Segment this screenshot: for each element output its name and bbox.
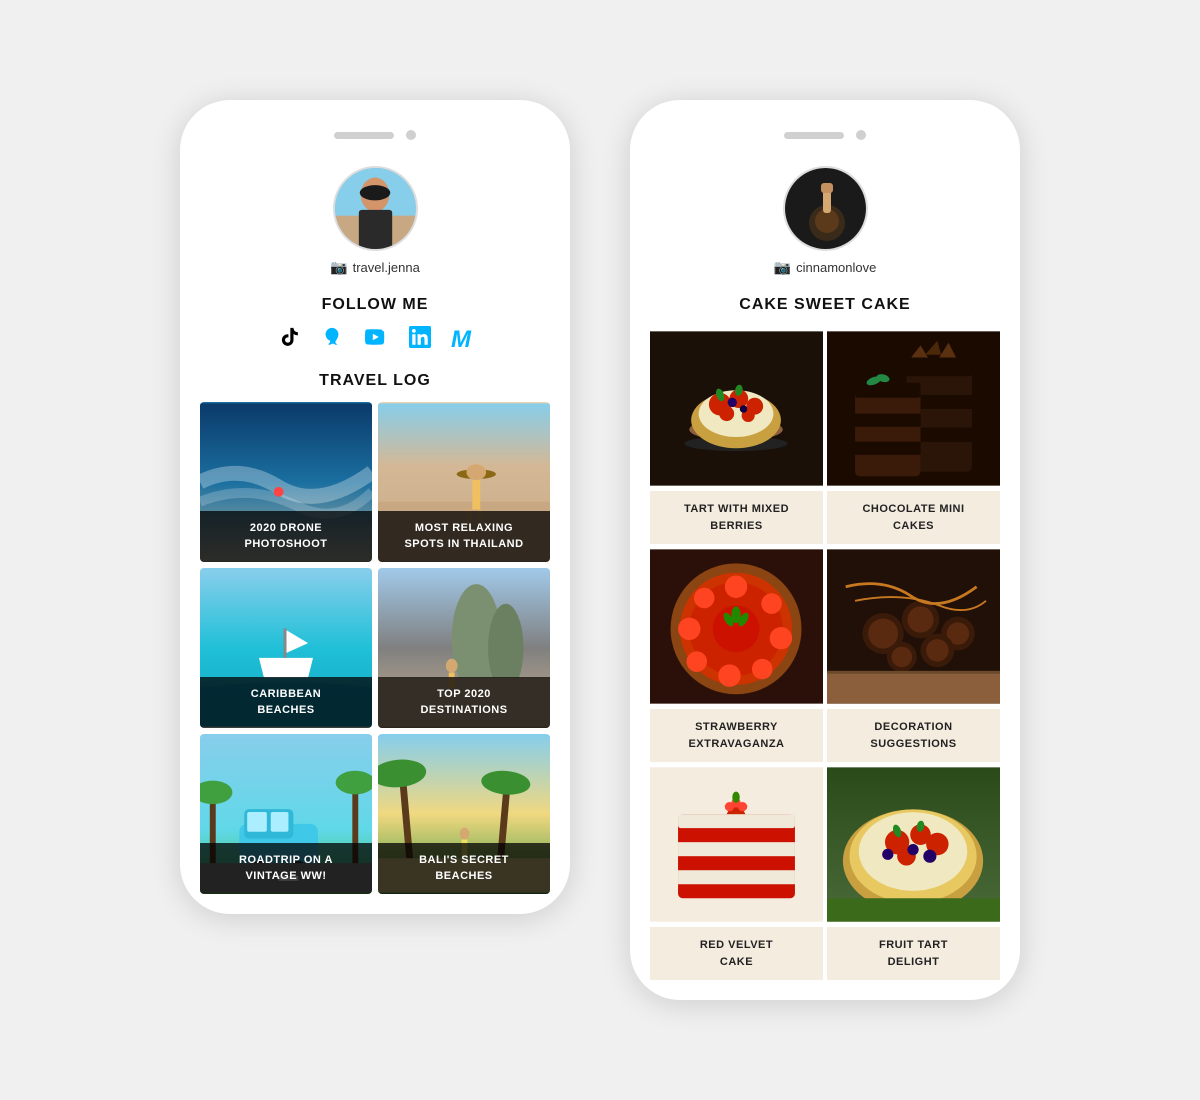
profile-section-travel: 📷 travel.jenna (200, 166, 550, 276)
food-grid: TART WITH MIXEDBERRIES (650, 326, 1000, 980)
username-food: cinnamonlove (796, 260, 876, 275)
phone-top-bar-1 (180, 120, 570, 156)
food-item-red-velvet[interactable] (650, 762, 823, 927)
travel-log-label: TRAVEL LOG (200, 372, 550, 390)
medium-icon[interactable]: M (451, 326, 471, 354)
food-label-choco: CHOCOLATE MINICAKES (827, 491, 1000, 544)
instagram-icon-1: 📷 (330, 259, 347, 276)
phone-speaker-1 (334, 132, 394, 139)
phone-food: 📷 cinnamonlove CAKE SWEET CAKE (630, 100, 1020, 1000)
username-travel: travel.jenna (353, 260, 420, 275)
grid-item-caribbean[interactable]: CARIBBEANBEACHES (200, 568, 372, 728)
phone-speaker-2 (784, 132, 844, 139)
grid-item-roadtrip[interactable]: ROADTRIP ON AVINTAGE WW! (200, 734, 372, 894)
travel-grid: 2020 DRONEPHOTOSHOOT (200, 402, 550, 894)
blog-title: CAKE SWEET CAKE (650, 296, 1000, 314)
grid-label-roadtrip: ROADTRIP ON AVINTAGE WW! (200, 843, 372, 894)
grid-label-drone: 2020 DRONEPHOTOSHOOT (200, 511, 372, 562)
avatar-food (783, 166, 868, 251)
phone-travel: 📷 travel.jenna FOLLOW ME M (180, 100, 570, 914)
food-col-2: CHOCOLATE MINICAKES (827, 326, 1000, 980)
food-item-strawberry[interactable] (650, 544, 823, 709)
avatar-travel (333, 166, 418, 251)
food-label-strawberry: STRAWBERRYEXTRAVAGANZA (650, 709, 823, 762)
instagram-icon-2: 📷 (774, 259, 791, 276)
grid-item-destinations[interactable]: TOP 2020DESTINATIONS (378, 568, 550, 728)
tiktok-icon[interactable] (279, 326, 301, 354)
grid-label-caribbean: CARIBBEANBEACHES (200, 677, 372, 728)
username-row-travel: 📷 travel.jenna (330, 259, 420, 276)
profile-section-food: 📷 cinnamonlove (650, 166, 1000, 276)
food-col-1: TART WITH MIXEDBERRIES (650, 326, 823, 980)
food-item-decoration[interactable] (827, 544, 1000, 709)
grid-label-bali: BALI'S SECRETBEACHES (378, 843, 550, 894)
phone2-content: 📷 cinnamonlove CAKE SWEET CAKE (630, 156, 1020, 1000)
phone-camera-1 (406, 130, 416, 140)
social-icons-row: M (200, 326, 550, 354)
follow-me-label: FOLLOW ME (200, 296, 550, 314)
phones-container: 📷 travel.jenna FOLLOW ME M (180, 100, 1020, 1000)
grid-label-destinations: TOP 2020DESTINATIONS (378, 677, 550, 728)
food-item-choco[interactable] (827, 326, 1000, 491)
food-label-red-velvet: RED VELVETCAKE (650, 927, 823, 980)
food-item-tart[interactable] (650, 326, 823, 491)
username-row-food: 📷 cinnamonlove (774, 259, 877, 276)
grid-item-bali[interactable]: BALI'S SECRETBEACHES (378, 734, 550, 894)
phone-camera-2 (856, 130, 866, 140)
youtube-icon[interactable] (363, 326, 389, 354)
linkedin-icon[interactable] (409, 326, 431, 354)
grid-item-drone[interactable]: 2020 DRONEPHOTOSHOOT (200, 402, 372, 562)
food-label-fruit-tart: FRUIT TARTDELIGHT (827, 927, 1000, 980)
snapchat-icon[interactable] (321, 326, 343, 354)
phone1-content: 📷 travel.jenna FOLLOW ME M (180, 156, 570, 914)
food-label-decoration: DECORATIONSUGGESTIONS (827, 709, 1000, 762)
grid-item-thailand[interactable]: MOST RELAXINGSPOTS IN THAILAND (378, 402, 550, 562)
food-label-tart: TART WITH MIXEDBERRIES (650, 491, 823, 544)
food-item-fruit-tart[interactable] (827, 762, 1000, 927)
phone-top-bar-2 (630, 120, 1020, 156)
grid-label-thailand: MOST RELAXINGSPOTS IN THAILAND (378, 511, 550, 562)
